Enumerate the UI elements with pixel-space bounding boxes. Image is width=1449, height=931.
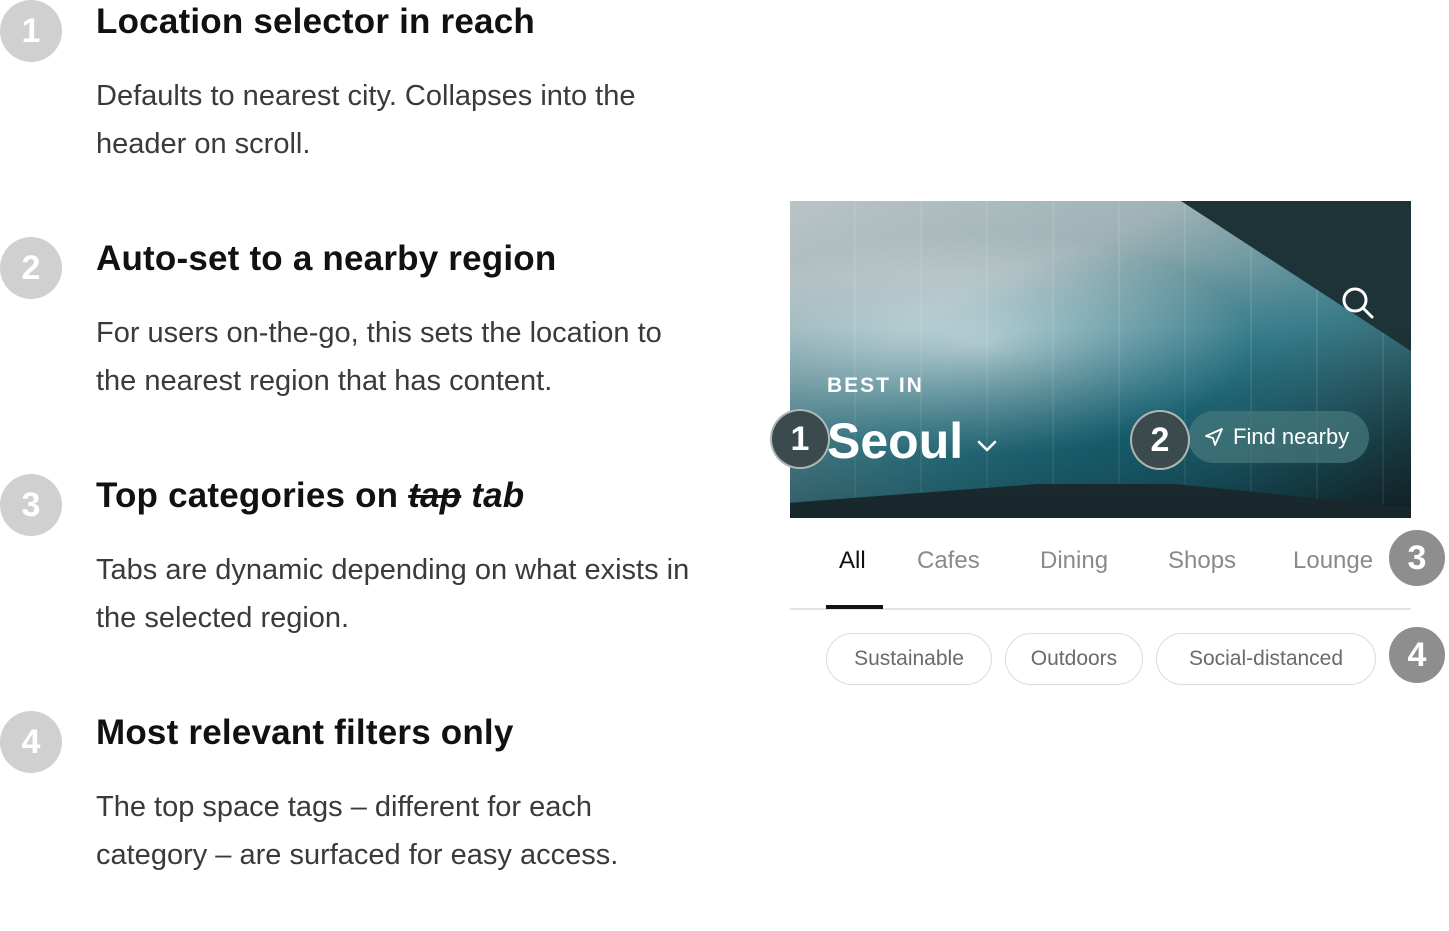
tab-shops[interactable]: Shops <box>1168 547 1236 575</box>
step-number-badge: 1 <box>0 0 62 62</box>
callout-badge-2: 2 <box>1130 410 1190 470</box>
note-description: Tabs are dynamic depending on what exist… <box>96 554 690 634</box>
tab-cafes[interactable]: Cafes <box>917 547 980 575</box>
search-icon[interactable] <box>1341 286 1375 320</box>
note-description: Defaults to nearest city. Collapses into… <box>96 80 636 160</box>
tab-dining[interactable]: Dining <box>1040 547 1108 575</box>
note-title-prefix: Top categories on <box>96 476 399 515</box>
note-title-struck-word: tap <box>408 476 462 515</box>
category-tabs: All Cafes Dining Shops Lounge <box>790 530 1411 610</box>
tab-all[interactable]: All <box>839 547 866 575</box>
step-number-badge: 4 <box>0 711 62 773</box>
eyebrow-label: BEST IN <box>827 374 924 397</box>
tab-lounge[interactable]: Lounge <box>1293 547 1373 575</box>
active-tab-indicator <box>826 605 883 609</box>
callout-badge-4: 4 <box>1387 625 1447 685</box>
note-title-suffix: tab <box>471 476 525 515</box>
step-number-badge: 3 <box>0 474 62 536</box>
note-title: Auto-set to a nearby region <box>96 239 557 278</box>
step-number-badge: 2 <box>0 237 62 299</box>
note-description: For users on-the-go, this sets the locat… <box>96 317 662 397</box>
note-title: Top categories on tap tab <box>96 476 524 516</box>
note-title: Most relevant filters only <box>96 713 514 752</box>
city-name: Seoul <box>827 413 964 469</box>
find-nearby-button[interactable]: Find nearby <box>1188 411 1370 463</box>
callout-badge-3: 3 <box>1387 528 1447 588</box>
navigation-arrow-icon <box>1205 428 1223 446</box>
callout-badge-1: 1 <box>770 409 830 469</box>
chevron-down-icon <box>977 440 997 452</box>
location-selector[interactable]: Seoul <box>827 411 999 471</box>
note-description: The top space tags – different for each … <box>96 791 619 871</box>
filter-chip-sustainable[interactable]: Sustainable <box>826 633 992 685</box>
hero-image: BEST IN Seoul Find nearby <box>790 201 1411 518</box>
note-title: Location selector in reach <box>96 2 535 41</box>
filter-chip-social-distanced[interactable]: Social-distanced <box>1156 633 1376 685</box>
find-nearby-label: Find nearby <box>1233 424 1350 449</box>
filter-chip-outdoors[interactable]: Outdoors <box>1005 633 1143 685</box>
